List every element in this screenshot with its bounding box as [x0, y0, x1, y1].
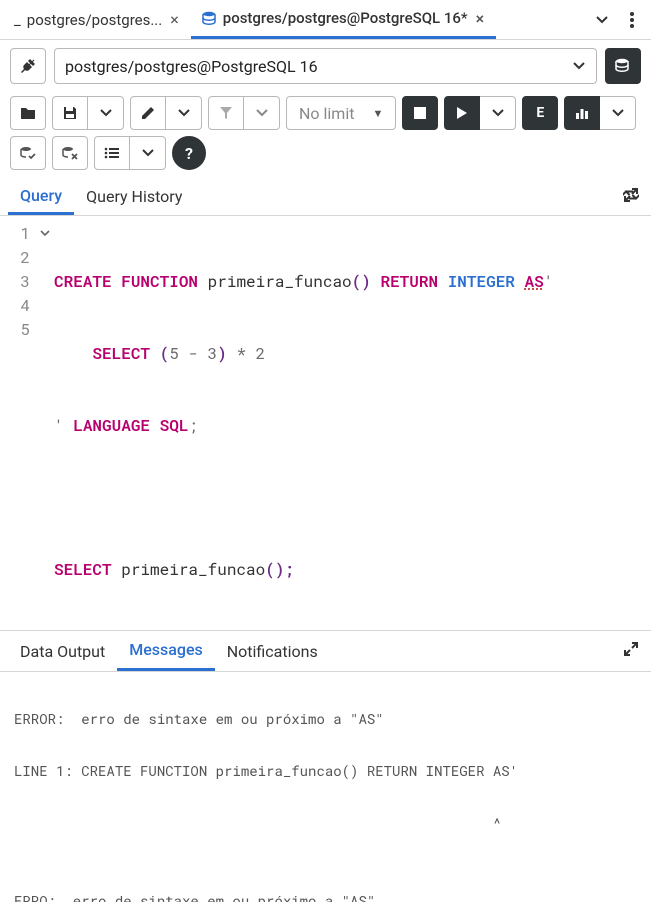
plug-icon: [19, 57, 37, 75]
macros-button[interactable]: [94, 136, 130, 170]
expand-icon: [623, 187, 639, 203]
toolbar: No limit ▼ E: [0, 92, 651, 178]
message-line: ^: [14, 810, 637, 836]
tab-query-history[interactable]: Query History: [74, 178, 194, 215]
close-icon[interactable]: ×: [168, 10, 181, 29]
limit-select[interactable]: No limit ▼: [286, 96, 396, 130]
stop-button[interactable]: [402, 96, 438, 130]
caret-down-icon: ▼: [372, 107, 383, 120]
edit-button[interactable]: [130, 96, 166, 130]
connection-row: postgres/postgres@PostgreSQL 16: [0, 40, 651, 92]
code-line: [54, 486, 651, 510]
close-icon[interactable]: ×: [474, 9, 487, 28]
message-line: LINE 1: CREATE FUNCTION primeira_funcao(…: [14, 758, 637, 784]
database-icon: [201, 11, 217, 25]
code-line: ' LANGUAGE SQL;: [54, 414, 651, 438]
new-connection-button[interactable]: [605, 48, 641, 84]
execute-button[interactable]: [444, 96, 480, 130]
expand-icon: [623, 641, 639, 657]
save-button[interactable]: [52, 96, 88, 130]
tab-notifications[interactable]: Notifications: [215, 631, 330, 671]
macros-dropdown[interactable]: [130, 136, 166, 170]
pencil-icon: [141, 106, 155, 120]
save-icon: [63, 106, 77, 120]
sql-editor[interactable]: 1 2 3 4 5 CREATE FUNCTION primeira_funca…: [0, 216, 651, 630]
kebab-menu-icon[interactable]: [617, 5, 647, 35]
analyze-button[interactable]: [564, 96, 600, 130]
connection-status-button[interactable]: [10, 48, 46, 84]
filter-dropdown[interactable]: [244, 96, 280, 130]
tab-label: postgres/postgres@PostgreSQL 16*: [223, 9, 468, 27]
chevron-down-icon: [255, 106, 269, 120]
message-line: ERROR: erro de sintaxe em ou próximo a "…: [14, 706, 637, 732]
tab-label: postgres/postgres...: [27, 11, 162, 29]
limit-label: No limit: [299, 104, 354, 123]
rollback-button[interactable]: [52, 136, 88, 170]
fold-column: [36, 222, 54, 630]
code-line: CREATE FUNCTION primeira_funcao() RETURN…: [54, 270, 651, 294]
analyze-dropdown[interactable]: [600, 96, 636, 130]
help-button[interactable]: ?: [172, 136, 206, 170]
code-line: SELECT (5 - 3) * 2: [54, 342, 651, 366]
bar-chart-icon: [575, 107, 589, 119]
messages-panel: ERROR: erro de sintaxe em ou próximo a "…: [0, 672, 651, 902]
stop-icon: [414, 107, 426, 119]
message-line: ERRO: erro de sintaxe em ou próximo a "A…: [14, 888, 637, 902]
save-dropdown[interactable]: [88, 96, 124, 130]
chevron-down-icon: [491, 106, 505, 120]
output-tabs: Data Output Messages Notifications: [0, 630, 651, 672]
edit-dropdown[interactable]: [166, 96, 202, 130]
list-icon: [104, 147, 120, 159]
query-tabs: Query Query History: [0, 178, 651, 216]
chevron-down-icon: [141, 146, 155, 160]
funnel-icon: [219, 106, 233, 120]
play-icon: [456, 106, 468, 120]
tab-data-output[interactable]: Data Output: [8, 631, 117, 671]
chevron-down-icon: [611, 106, 625, 120]
commit-button[interactable]: [10, 136, 46, 170]
connection-selected-label: postgres/postgres@PostgreSQL 16: [65, 57, 318, 76]
tab-messages[interactable]: Messages: [117, 631, 215, 671]
folder-icon: [20, 106, 36, 120]
explain-button[interactable]: E: [522, 96, 558, 130]
database-check-icon: [19, 146, 37, 160]
code-line: SELECT primeira_funcao();: [54, 558, 651, 582]
help-icon: ?: [185, 144, 193, 163]
code-area[interactable]: CREATE FUNCTION primeira_funcao() RETURN…: [54, 222, 651, 630]
open-file-button[interactable]: [10, 96, 46, 130]
tab-active[interactable]: postgres/postgres@PostgreSQL 16* ×: [191, 0, 496, 39]
database-icon: [614, 58, 632, 74]
chevron-down-icon: [572, 59, 586, 73]
tabs-overflow-button[interactable]: [587, 5, 617, 35]
chevron-down-icon: [99, 106, 113, 120]
expand-output-button[interactable]: [619, 637, 643, 665]
fold-toggle[interactable]: [36, 222, 54, 246]
chevron-down-icon: [40, 229, 50, 239]
explain-icon: E: [536, 105, 544, 121]
tab-inactive[interactable]: _ postgres/postgres... ×: [4, 0, 191, 39]
execute-dropdown[interactable]: [480, 96, 516, 130]
editor-tabbar: _ postgres/postgres... × postgres/postgr…: [0, 0, 651, 40]
connection-select[interactable]: postgres/postgres@PostgreSQL 16: [54, 48, 597, 84]
filter-button[interactable]: [208, 96, 244, 130]
database-x-icon: [61, 146, 79, 160]
expand-editor-button[interactable]: [619, 183, 643, 211]
tab-query[interactable]: Query: [8, 178, 74, 215]
chevron-down-icon: [177, 106, 191, 120]
line-gutter: 1 2 3 4 5: [0, 222, 36, 630]
